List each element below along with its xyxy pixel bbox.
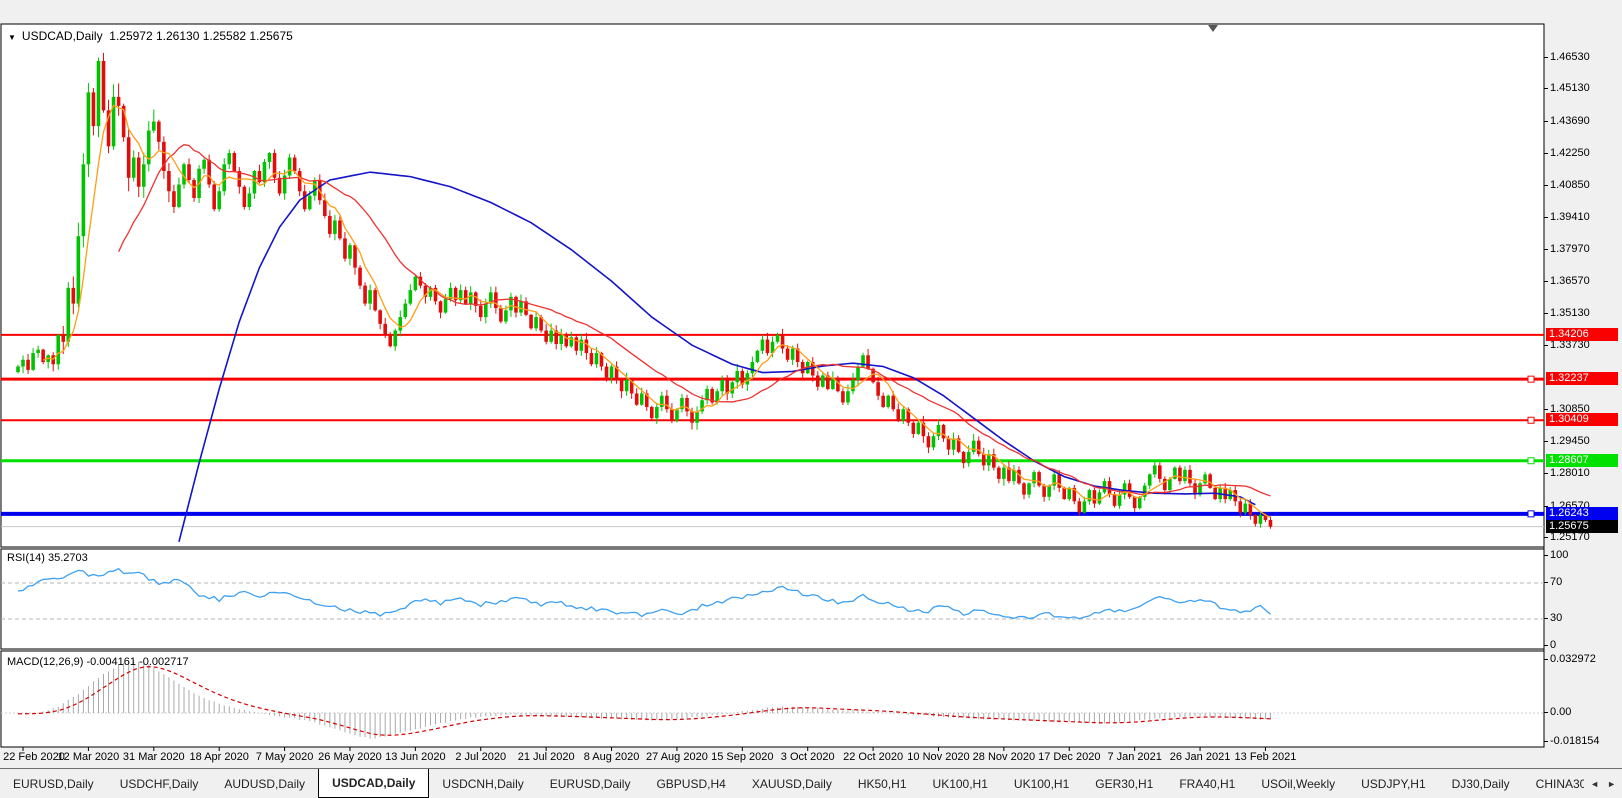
date-label: 17 Dec 2020 <box>1038 751 1101 763</box>
date-label: 7 Jan 2021 <box>1107 751 1162 763</box>
symbol-tab-bar: EURUSD,Daily USDCHF,Daily AUDUSD,Daily USDC… <box>0 768 1622 798</box>
tab-symbol-usdjpy-14[interactable]: USDJPY,H1 <box>1348 769 1438 798</box>
hline-price-badge: 1.30409 <box>1546 413 1618 427</box>
macd-scale-label: 0.032972 <box>1544 653 1596 665</box>
price-tick-label: 1.43690 <box>1544 114 1590 127</box>
tab-symbol-uk100-9[interactable]: UK100,H1 <box>920 769 1001 798</box>
tab-symbol-eurusd-0[interactable]: EURUSD,Daily <box>0 769 107 798</box>
date-label: 15 Sep 2020 <box>711 751 774 763</box>
date-label: 18 Apr 2020 <box>189 751 249 763</box>
tab-symbol-usdcad-3[interactable]: USDCAD,Daily <box>318 769 430 798</box>
hline-price-badge: 1.34206 <box>1546 327 1618 341</box>
date-label: 12 Mar 2020 <box>57 751 120 763</box>
tab-symbol-usdcnh-4[interactable]: USDCNH,Daily <box>429 769 536 798</box>
date-label: 31 Mar 2020 <box>122 751 185 763</box>
date-label: 22 Oct 2020 <box>843 751 904 763</box>
hline-price-badge: 1.26243 <box>1546 506 1618 520</box>
date-label: 7 May 2020 <box>255 751 314 763</box>
trading-app-window: ✛▾ M1M5M15M30H1H4 D1W1MN ▼USDCAD,Daily 1… <box>0 0 1622 798</box>
tab-symbol-ger30-11[interactable]: GER30,H1 <box>1082 769 1166 798</box>
price-tick-label: 1.40850 <box>1544 178 1590 191</box>
price-tick-label: 1.45130 <box>1544 82 1590 95</box>
tab-symbol-hk50-8[interactable]: HK50,H1 <box>845 769 920 798</box>
rsi-scale-label: 0 <box>1543 639 1557 651</box>
current-price-badge: 1.25675 <box>1546 519 1618 533</box>
date-label: 26 May 2020 <box>318 751 382 763</box>
chart-ohlc-values: 1.25972 1.26130 1.25582 1.25675 <box>109 29 293 43</box>
price-tick-label: 1.39410 <box>1544 210 1590 223</box>
tab-symbol-china300-16[interactable]: CHINA300,H1 <box>1523 769 1585 798</box>
price-tick-label: 1.46530 <box>1544 51 1590 63</box>
date-label: 2 Jul 2020 <box>455 751 507 763</box>
chart-symbol-label: USDCAD,Daily <box>21 29 103 43</box>
hline-price-badge: 1.32237 <box>1546 372 1618 386</box>
rsi-indicator-label: RSI(14) 35.2703 <box>7 552 88 564</box>
rsi-scale-label: 30 <box>1543 612 1563 624</box>
date-label: 13 Jun 2020 <box>385 751 446 763</box>
rsi-scale-label: 70 <box>1543 576 1563 588</box>
hline-price-badge: 1.28607 <box>1546 453 1618 467</box>
tab-symbol-usoil-13[interactable]: USOil,Weekly <box>1248 769 1348 798</box>
date-label: 3 Oct 2020 <box>780 751 835 763</box>
date-label: 8 Aug 2020 <box>583 751 640 763</box>
tab-symbol-xauusd-7[interactable]: XAUUSD,Daily <box>739 769 845 798</box>
tab-symbol-gbpusd-6[interactable]: GBPUSD,H4 <box>643 769 738 798</box>
tab-symbol-uk100-10[interactable]: UK100,H1 <box>1001 769 1082 798</box>
date-label: 26 Jan 2021 <box>1169 751 1231 763</box>
date-label: 22 Feb 2020 <box>3 751 65 763</box>
date-label: 13 Feb 2021 <box>1234 751 1297 763</box>
chart-title: ▼ USDCAD,Daily 1.25972 1.26130 1.25582 1.… <box>8 29 293 43</box>
price-tick-label: 1.42250 <box>1544 147 1590 160</box>
price-tick-label: 1.29450 <box>1544 434 1590 447</box>
macd-scale-label: -0.018154 <box>1544 735 1600 748</box>
tab-symbol-dj30-15[interactable]: DJ30,Daily <box>1439 769 1523 798</box>
price-tick-label: 1.28010 <box>1544 467 1590 480</box>
chart-dropdown-icon[interactable]: ▼ <box>8 33 16 42</box>
macd-indicator-label: MACD(12,26,9) -0.004161 -0.002717 <box>7 656 189 668</box>
price-tick-label: 1.35130 <box>1544 307 1590 320</box>
tab-symbol-audusd-2[interactable]: AUDUSD,Daily <box>211 769 318 798</box>
symbol-tabs: EURUSD,Daily USDCHF,Daily AUDUSD,Daily USDC… <box>0 769 1584 798</box>
date-label: 21 Jul 2020 <box>517 751 575 763</box>
price-tick-label: 1.37970 <box>1544 243 1590 256</box>
tab-symbol-usdchf-1[interactable]: USDCHF,Daily <box>107 769 212 798</box>
rsi-scale-label: 100 <box>1543 549 1569 561</box>
price-tick-label: 1.25170 <box>1544 530 1590 543</box>
tab-symbol-fra40-12[interactable]: FRA40,H1 <box>1166 769 1248 798</box>
date-label: 27 Aug 2020 <box>646 751 708 763</box>
price-tick-label: 1.36570 <box>1544 274 1590 287</box>
tab-symbol-eurusd-5[interactable]: EURUSD,Daily <box>537 769 644 798</box>
tab-scroll-arrows: ◄ ► <box>1584 769 1622 798</box>
tab-scroll-left-icon[interactable]: ◄ <box>1590 779 1599 789</box>
date-label: 28 Nov 2020 <box>972 751 1036 763</box>
macd-scale-label: 0.00 <box>1543 706 1572 718</box>
tab-scroll-right-icon[interactable]: ► <box>1607 779 1616 789</box>
chart-canvas[interactable] <box>0 0 1622 798</box>
date-label: 10 Nov 2020 <box>907 751 970 763</box>
chart-region: ▼ USDCAD,Daily 1.25972 1.26130 1.25582 1.… <box>0 0 1622 798</box>
